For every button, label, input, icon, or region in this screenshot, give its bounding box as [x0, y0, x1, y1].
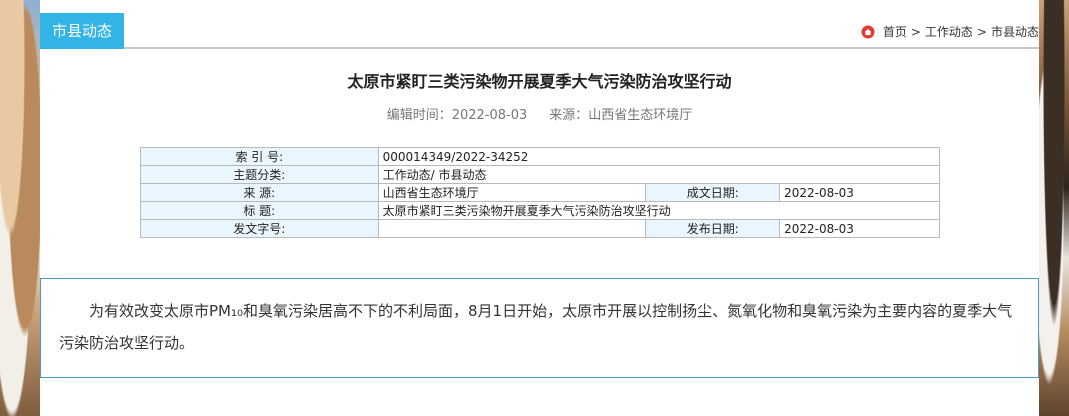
source-row-label: 来 源:: [140, 183, 379, 202]
index-number-label: 索 引 号:: [140, 147, 379, 166]
created-date-value: 2022-08-03: [779, 183, 940, 202]
main-panel: 市县动态 首页 > 工作动态 > 市县动态 太原市紧盯三类污染物开展夏季大气污染…: [40, 0, 1039, 416]
category-label: 主题分类:: [140, 165, 379, 184]
breadcrumb-work-news-link[interactable]: 工作动态: [925, 23, 973, 40]
background-scenery-right: [1039, 0, 1069, 416]
article-title: 太原市紧盯三类污染物开展夏季大气污染防治攻坚行动: [347, 72, 732, 91]
source-label: 来源：: [549, 108, 589, 123]
breadcrumb-separator: >: [910, 24, 921, 39]
doc-number-label: 发文字号:: [140, 219, 379, 238]
source-row-value: 山西省生态环境厅: [377, 183, 647, 202]
section-header: 市县动态 首页 > 工作动态 > 市县动态: [40, 13, 1039, 49]
table-row: 发文字号: 发布日期: 2022-08-03: [140, 219, 940, 238]
breadcrumb-county-news-link[interactable]: 市县动态: [991, 23, 1039, 40]
title-row-label: 标 题:: [140, 201, 379, 220]
article-meta: 编辑时间：2022-08-03 来源：山西省生态环境厅: [40, 104, 1039, 123]
breadcrumb-separator: >: [976, 24, 987, 39]
edit-time-label: 编辑时间：: [386, 108, 452, 123]
home-icon[interactable]: [861, 25, 875, 39]
source-value: 山西省生态环境厅: [588, 108, 693, 123]
published-date-value: 2022-08-03: [779, 219, 940, 238]
index-number-value: 000014349/2022-34252: [377, 147, 941, 166]
breadcrumb-home-link[interactable]: 首页: [883, 23, 907, 40]
table-row: 来 源: 山西省生态环境厅 成文日期: 2022-08-03: [140, 183, 940, 202]
table-row: 索 引 号: 000014349/2022-34252: [140, 147, 941, 166]
document-info-table: 索 引 号: 000014349/2022-34252 主题分类: 工作动态/ …: [140, 147, 941, 238]
article-paragraph: 为有效改变太原市PM₁₀和臭氧污染居高不下的不利局面，8月1日开始，太原市开展以…: [59, 302, 1013, 352]
background-scenery-left: [0, 0, 40, 416]
category-value: 工作动态/ 市县动态: [377, 165, 941, 184]
title-row-value: 太原市紧盯三类污染物开展夏季大气污染防治攻坚行动: [377, 201, 941, 220]
published-date-label: 发布日期:: [645, 219, 781, 238]
doc-number-value: [377, 219, 647, 238]
edit-time: 2022-08-03: [451, 108, 528, 123]
section-tab[interactable]: 市县动态: [40, 13, 124, 49]
table-row: 标 题: 太原市紧盯三类污染物开展夏季大气污染防治攻坚行动: [140, 201, 941, 220]
article-content: 为有效改变太原市PM₁₀和臭氧污染居高不下的不利局面，8月1日开始，太原市开展以…: [40, 278, 1039, 378]
table-row: 主题分类: 工作动态/ 市县动态: [140, 165, 941, 184]
created-date-label: 成文日期:: [645, 183, 781, 202]
breadcrumb: 首页 > 工作动态 > 市县动态: [861, 23, 1039, 40]
